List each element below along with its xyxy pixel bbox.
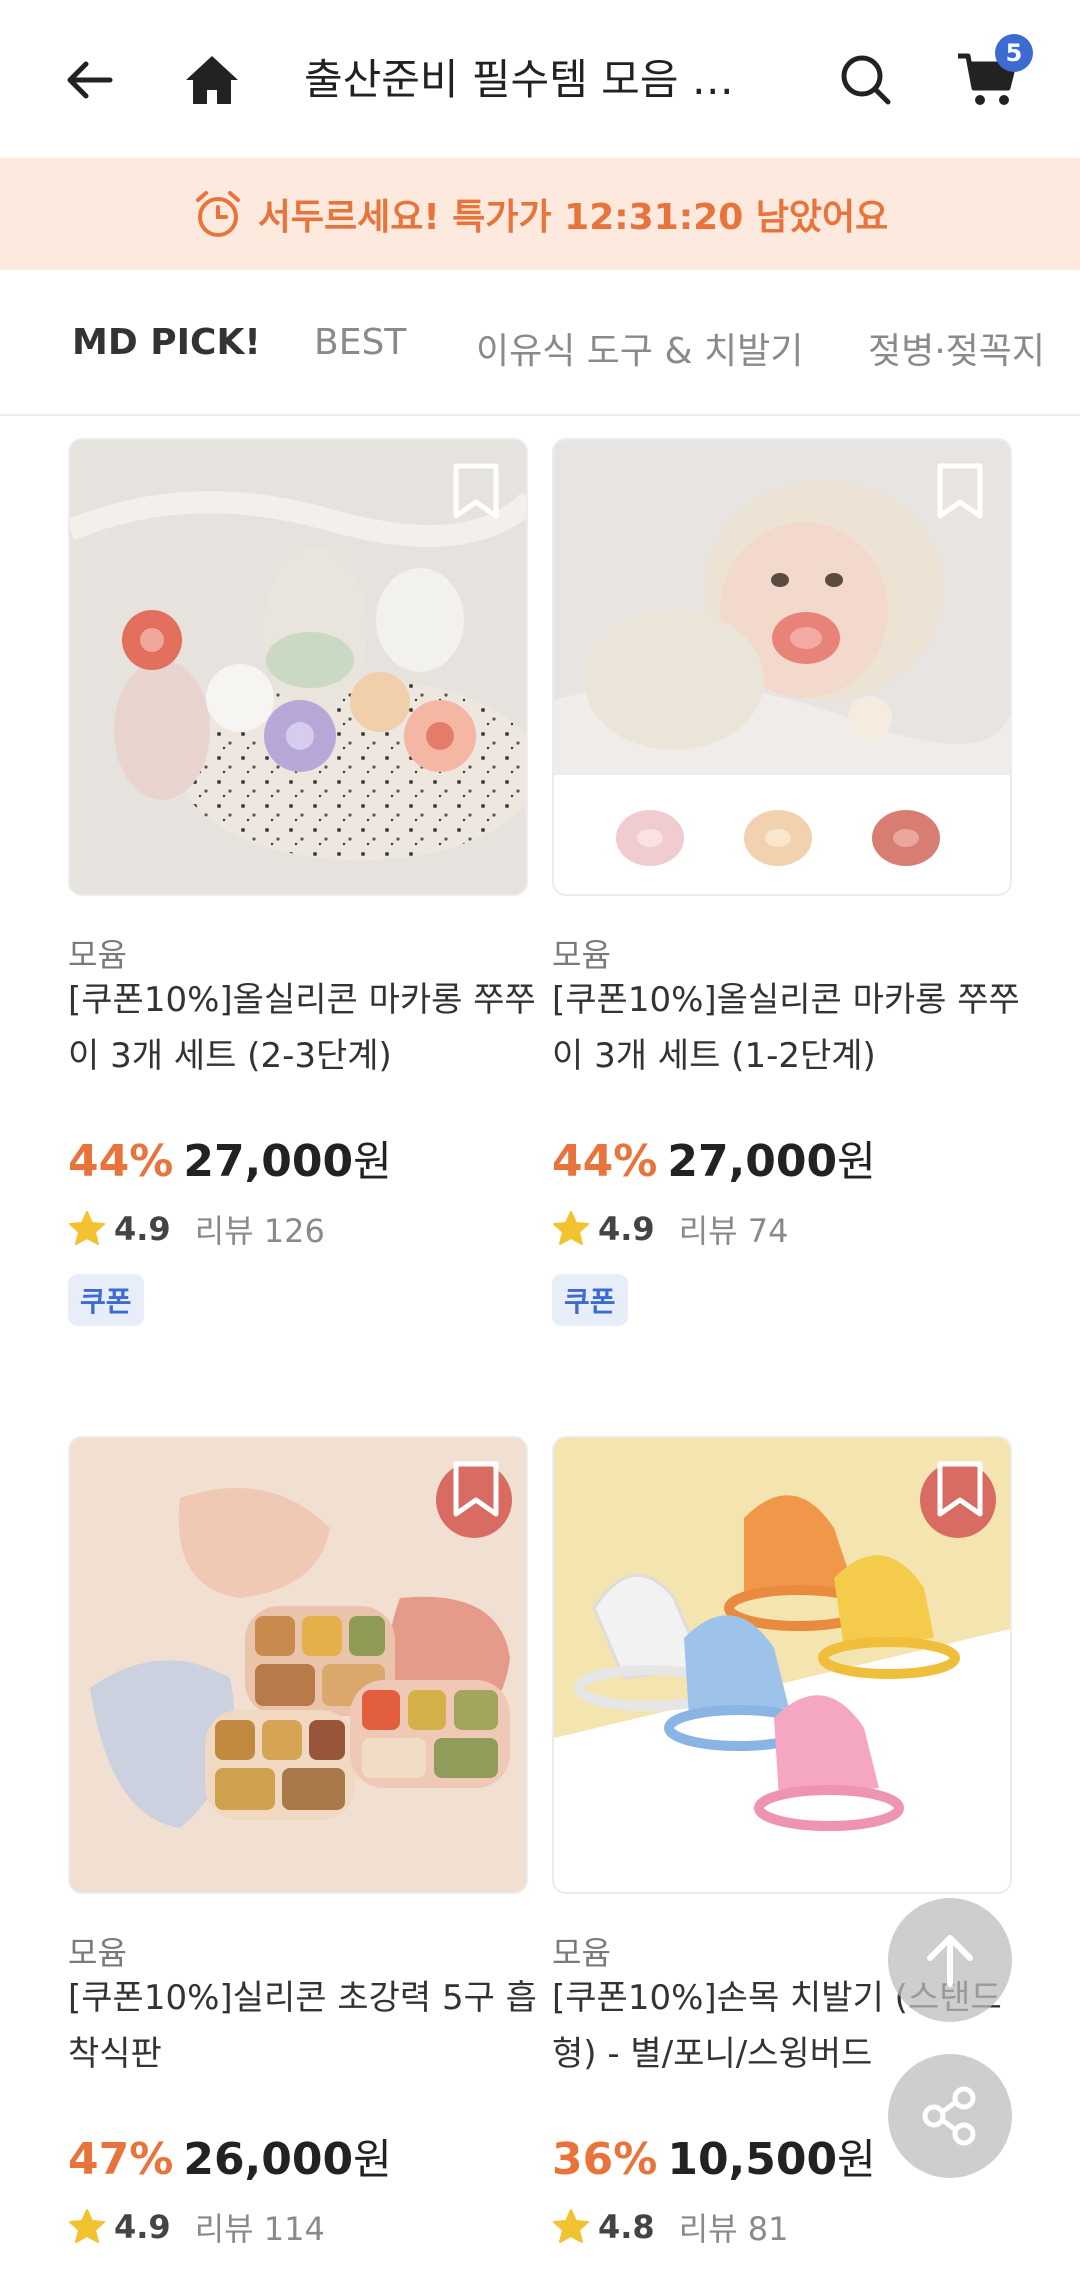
currency: 원 (837, 1137, 876, 1186)
search-button[interactable] (826, 40, 906, 120)
arrow-up-icon (927, 1935, 973, 1987)
rating-row: 4.9 리뷰 126 (68, 1206, 325, 1252)
back-button[interactable] (50, 40, 130, 120)
product-name[interactable]: [쿠폰10%]올실리콘 마카롱 쭈쭈이 3개 세트 (2-3단계) (68, 972, 538, 1084)
product-brand: 모윰 (68, 936, 127, 974)
rating-row: 4.9 리뷰 74 (552, 1206, 788, 1252)
discount-rate: 36% (552, 2134, 658, 2185)
review-count: 리뷰 126 (194, 1212, 325, 1250)
price-row: 44% 27,000원 (68, 1128, 392, 1189)
tab-feeding-teether[interactable]: 이유식 도구 & 치발기 (476, 322, 803, 374)
sale-price: 27,000 (183, 1136, 354, 1187)
home-icon (186, 56, 238, 104)
share-icon (922, 2086, 976, 2146)
star-icon (553, 2209, 589, 2243)
search-icon (841, 55, 891, 105)
coupon-badge: 쿠폰 (552, 1274, 628, 1326)
sale-price: 26,000 (183, 2134, 354, 2185)
countdown-text: 서두르세요! 특가가 12:31:20 남았어요 (257, 197, 889, 238)
share-button[interactable] (888, 2054, 1012, 2178)
back-arrow-icon (67, 61, 113, 99)
product-image[interactable] (552, 1436, 1012, 1894)
discount-rate: 47% (68, 2134, 174, 2185)
top-app-bar: 출산준비 필수템 모음 … 5 (0, 0, 1080, 158)
currency: 원 (353, 1137, 392, 1186)
sale-price: 27,000 (667, 1136, 838, 1187)
bookmark-icon[interactable] (450, 1460, 502, 1518)
review-count: 리뷰 114 (194, 2210, 325, 2248)
product-image[interactable] (552, 438, 1012, 896)
product-name[interactable]: [쿠폰10%]올실리콘 마카롱 쭈쭈이 3개 세트 (1-2단계) (552, 972, 1022, 1084)
home-button[interactable] (172, 40, 252, 120)
rating-score: 4.9 (114, 2208, 171, 2246)
category-tabs: MD PICK! BEST 이유식 도구 & 치발기 젖병·젖꼭지 (0, 270, 1080, 416)
page-title: 출산준비 필수템 모음 … (304, 55, 734, 104)
review-count: 리뷰 81 (678, 2210, 789, 2248)
tab-bottle-nipple[interactable]: 젖병·젖꼭지 (868, 322, 1045, 374)
rating-score: 4.8 (598, 2208, 655, 2246)
tab-best[interactable]: BEST (314, 322, 406, 363)
bookmark-icon[interactable] (934, 462, 986, 520)
product-brand: 모윰 (552, 1934, 611, 1972)
product-image[interactable] (68, 438, 528, 896)
scroll-top-button[interactable] (888, 1898, 1012, 2022)
deal-countdown-banner: 서두르세요! 특가가 12:31:20 남았어요 (0, 158, 1080, 270)
star-icon (69, 2209, 105, 2243)
review-count: 리뷰 74 (678, 1212, 789, 1250)
discount-rate: 44% (552, 1136, 658, 1187)
product-image[interactable] (68, 1436, 528, 1894)
product-brand: 모윰 (68, 1934, 127, 1972)
rating-row: 4.8 리뷰 81 (552, 2204, 788, 2250)
product-name[interactable]: [쿠폰10%]실리콘 초강력 5구 흡착식판 (68, 1970, 538, 2082)
bookmark-icon[interactable] (934, 1460, 986, 1518)
currency: 원 (837, 2135, 876, 2184)
discount-rate: 44% (68, 1136, 174, 1187)
rating-score: 4.9 (114, 1210, 171, 1248)
cart-count-badge: 5 (995, 34, 1033, 72)
star-icon (553, 1211, 589, 1245)
product-brand: 모윰 (552, 936, 611, 974)
rating-score: 4.9 (598, 1210, 655, 1248)
tab-md-pick[interactable]: MD PICK! (72, 322, 261, 363)
bookmark-icon[interactable] (450, 462, 502, 520)
price-row: 44% 27,000원 (552, 1128, 876, 1189)
star-icon (69, 1211, 105, 1245)
coupon-badge: 쿠폰 (68, 1274, 144, 1326)
price-row: 36% 10,500원 (552, 2126, 876, 2187)
price-row: 47% 26,000원 (68, 2126, 392, 2187)
currency: 원 (353, 2135, 392, 2184)
rating-row: 4.9 리뷰 114 (68, 2204, 325, 2250)
alarm-clock-icon (195, 191, 240, 237)
sale-price: 10,500 (667, 2134, 838, 2185)
